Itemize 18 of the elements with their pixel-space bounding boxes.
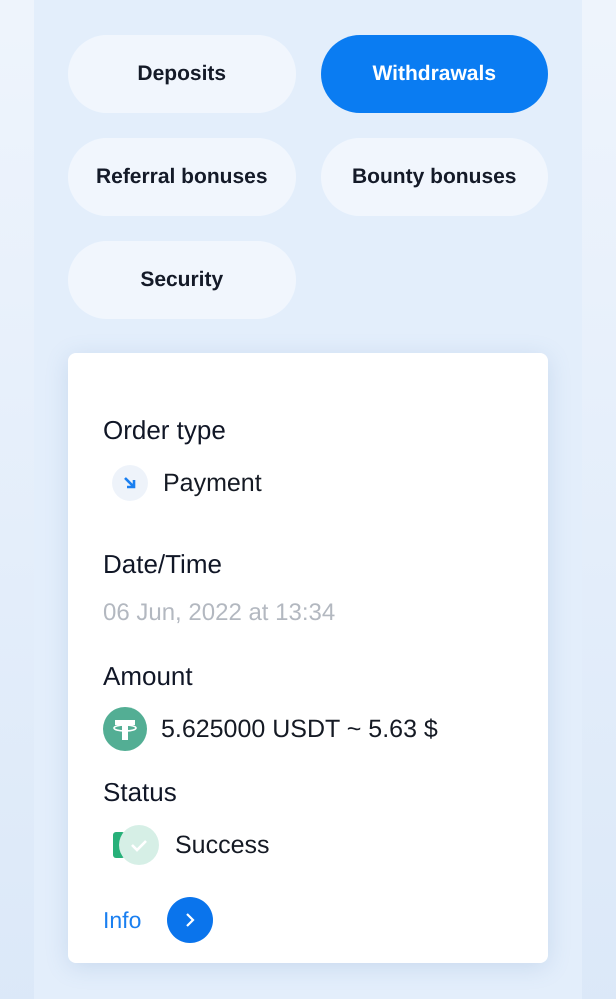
filter-tab[interactable]: Bounty bonuses [320, 138, 548, 216]
detail-label: Date/Time [103, 548, 223, 581]
chevron-right-button[interactable] [167, 897, 214, 943]
filter-tab[interactable]: Deposits [68, 35, 296, 113]
coin-icon [103, 707, 147, 751]
detail-value: 5.625000 USDT ~ 5.63 $ [161, 714, 438, 745]
filter-tab[interactable]: Withdrawals [320, 35, 548, 113]
chevron-right-icon [184, 912, 196, 928]
filter-tab[interactable]: Security [68, 241, 296, 319]
filter-tab[interactable]: Referral bonuses [68, 138, 296, 216]
detail-label: Amount [103, 660, 194, 693]
detail-value: Payment [163, 468, 262, 499]
detail-value: 06 Jun, 2022 at 13:34 [103, 598, 336, 628]
info-link[interactable]: Info [103, 902, 142, 938]
detail-value: Success [175, 830, 270, 861]
check-badge-icon [113, 824, 161, 866]
detail-label: Order type [103, 414, 227, 447]
detail-label: Status [103, 776, 178, 809]
